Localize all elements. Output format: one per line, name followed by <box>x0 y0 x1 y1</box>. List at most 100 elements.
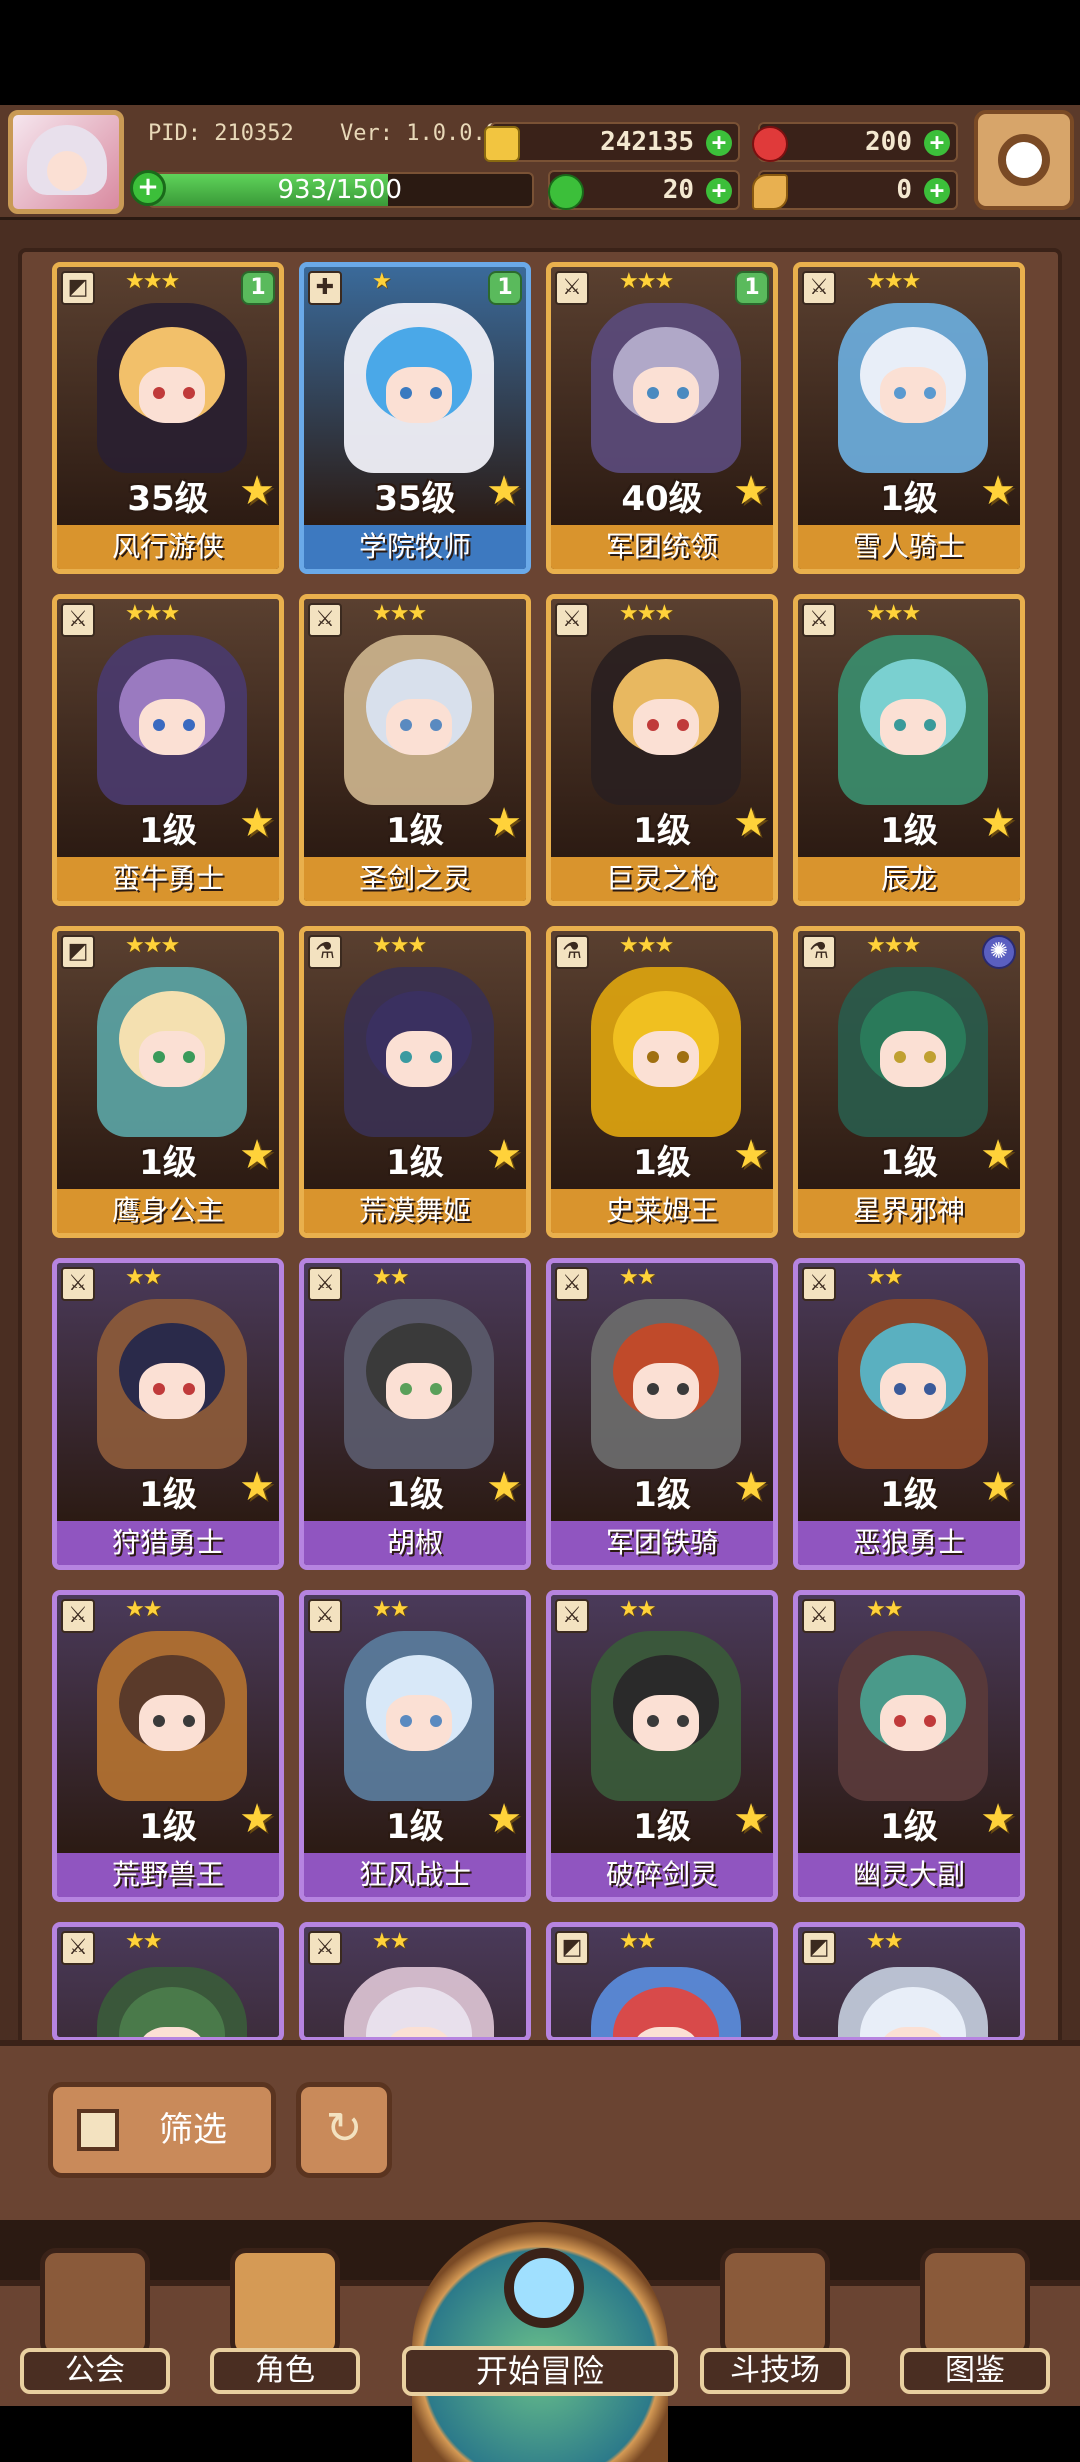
role-icon: ⚔ <box>555 1599 589 1633</box>
character-eye <box>153 1383 165 1395</box>
rarity-stars: ★★ <box>125 1929 162 1954</box>
gear-icon <box>998 134 1050 186</box>
character-card[interactable]: ⚔ ★★ 1级 ★ 破碎剑灵 <box>546 1590 778 1902</box>
star-up-icon[interactable]: ★ <box>486 1799 522 1839</box>
rarity-stars: ★★ <box>866 1929 903 1954</box>
character-card[interactable]: ⚔ ★★★ 1 40级 ★ 军团统领 <box>546 262 778 574</box>
character-eye <box>153 1051 165 1063</box>
star-up-icon[interactable]: ★ <box>733 1135 769 1175</box>
refresh-button[interactable]: ↻ <box>296 2082 392 2178</box>
character-eye <box>183 387 195 399</box>
character-card[interactable]: ✚ ★ 1 35级 ★ 学院牧师 <box>299 262 531 574</box>
settings-button[interactable] <box>974 110 1074 210</box>
character-card[interactable]: ⚔ ★★ <box>299 1922 531 2042</box>
role-icon: ⚔ <box>802 271 836 305</box>
character-card[interactable]: ⚗ ★★★ 1级 ★ 史莱姆王 <box>546 926 778 1238</box>
character-card[interactable]: ◩ ★★★ 1 35级 ★ 风行游侠 <box>52 262 284 574</box>
character-eye <box>677 387 689 399</box>
character-eye <box>400 1383 412 1395</box>
character-card[interactable]: ⚔ ★★ 1级 ★ 幽灵大副 <box>793 1590 1025 1902</box>
character-face <box>633 699 699 755</box>
star-up-icon[interactable]: ★ <box>733 1467 769 1507</box>
star-up-icon[interactable]: ★ <box>239 1135 275 1175</box>
role-icon: ⚔ <box>802 1599 836 1633</box>
pid-label: PID: 210352 <box>132 114 332 154</box>
character-card[interactable]: ◩ ★★ <box>793 1922 1025 2042</box>
character-name: 狂风战士 <box>304 1853 526 1897</box>
nav-guild[interactable]: 公会 <box>20 2248 170 2398</box>
character-eye <box>647 1715 659 1727</box>
character-card[interactable]: ⚔ ★★ <box>52 1922 284 2042</box>
filter-button[interactable]: 筛选 <box>48 2082 276 2178</box>
character-card[interactable]: ◩ ★★ <box>546 1922 778 2042</box>
character-face <box>386 367 452 423</box>
character-card[interactable]: ⚔ ★★ 1级 ★ 荒野兽王 <box>52 1590 284 1902</box>
role-icon: ⚔ <box>61 1931 95 1965</box>
star-up-icon[interactable]: ★ <box>733 471 769 511</box>
nav-character[interactable]: 角色 <box>210 2248 360 2398</box>
role-icon: ⚔ <box>555 1267 589 1301</box>
star-up-icon[interactable]: ★ <box>980 1135 1016 1175</box>
star-up-icon[interactable]: ★ <box>733 1799 769 1839</box>
character-card[interactable]: ⚔ ★★★ 1级 ★ 圣剑之灵 <box>299 594 531 906</box>
nav-arena[interactable]: 斗技场 <box>700 2248 850 2398</box>
role-icon: ⚗ <box>555 935 589 969</box>
character-card[interactable]: ⚔ ★★ 1级 ★ 恶狼勇士 <box>793 1258 1025 1570</box>
version-text: Ver: 1.0.0.9 <box>340 121 499 146</box>
role-icon: ◩ <box>61 935 95 969</box>
character-card[interactable]: ⚔ ★★★ 1级 ★ 巨灵之枪 <box>546 594 778 906</box>
rarity-stars: ★★★ <box>619 269 674 294</box>
character-eye <box>894 719 906 731</box>
character-eye <box>183 1051 195 1063</box>
card-badge: 1 <box>735 271 769 305</box>
star-up-icon[interactable]: ★ <box>486 471 522 511</box>
star-up-icon[interactable]: ★ <box>486 1467 522 1507</box>
card-badge: ✺ <box>982 935 1016 969</box>
character-card[interactable]: ⚔ ★★★ 1级 ★ 蛮牛勇士 <box>52 594 284 906</box>
character-card[interactable]: ⚗ ★★★ ✺ 1级 ★ 星界邪神 <box>793 926 1025 1238</box>
star-up-icon[interactable]: ★ <box>980 803 1016 843</box>
character-card[interactable]: ⚔ ★★ 1级 ★ 胡椒 <box>299 1258 531 1570</box>
character-face <box>880 699 946 755</box>
character-card[interactable]: ⚔ ★★★ 1级 ★ 雪人骑士 <box>793 262 1025 574</box>
star-up-icon[interactable]: ★ <box>239 1799 275 1839</box>
star-up-icon[interactable]: ★ <box>733 803 769 843</box>
status-bar-area <box>0 0 1080 105</box>
star-up-icon[interactable]: ★ <box>239 471 275 511</box>
star-up-icon[interactable]: ★ <box>980 471 1016 511</box>
add-gem-button[interactable]: + <box>924 130 950 156</box>
character-face <box>139 1695 205 1751</box>
star-up-icon[interactable]: ★ <box>239 803 275 843</box>
add-gold-button[interactable]: + <box>706 130 732 156</box>
nav-adventure[interactable]: 开始冒险 <box>402 2222 678 2462</box>
clover-icon <box>548 174 584 210</box>
gold-value: 242135 <box>600 127 694 157</box>
character-card[interactable]: ⚔ ★★ 1级 ★ 狂风战士 <box>299 1590 531 1902</box>
player-avatar[interactable] <box>8 110 124 214</box>
character-name: 军团铁骑 <box>551 1521 773 1565</box>
star-up-icon[interactable]: ★ <box>980 1799 1016 1839</box>
character-card[interactable]: ⚔ ★★★ 1级 ★ 辰龙 <box>793 594 1025 906</box>
add-horn-button[interactable]: + <box>924 178 950 204</box>
star-up-icon[interactable]: ★ <box>486 803 522 843</box>
stamina-bar: 933/1500 <box>148 172 534 208</box>
nav-codex[interactable]: 图鉴 <box>900 2248 1050 2398</box>
star-up-icon[interactable]: ★ <box>239 1467 275 1507</box>
character-card[interactable]: ⚗ ★★★ 1级 ★ 荒漠舞姬 <box>299 926 531 1238</box>
rarity-stars: ★★ <box>372 1265 409 1290</box>
character-card[interactable]: ⚔ ★★ 1级 ★ 狩猎勇士 <box>52 1258 284 1570</box>
rarity-stars: ★★★ <box>125 601 180 626</box>
rarity-stars: ★★★ <box>372 601 427 626</box>
character-name: 幽灵大副 <box>798 1853 1020 1897</box>
role-icon: ◩ <box>802 1931 836 1965</box>
character-name: 军团统领 <box>551 525 773 569</box>
character-eye <box>924 719 936 731</box>
star-up-icon[interactable]: ★ <box>980 1467 1016 1507</box>
add-clover-button[interactable]: + <box>706 178 732 204</box>
character-card[interactable]: ◩ ★★★ 1级 ★ 鹰身公主 <box>52 926 284 1238</box>
stamina-add-icon[interactable]: + <box>130 170 166 206</box>
character-eye <box>183 1383 195 1395</box>
character-face <box>633 1363 699 1419</box>
star-up-icon[interactable]: ★ <box>486 1135 522 1175</box>
character-card[interactable]: ⚔ ★★ 1级 ★ 军团铁骑 <box>546 1258 778 1570</box>
